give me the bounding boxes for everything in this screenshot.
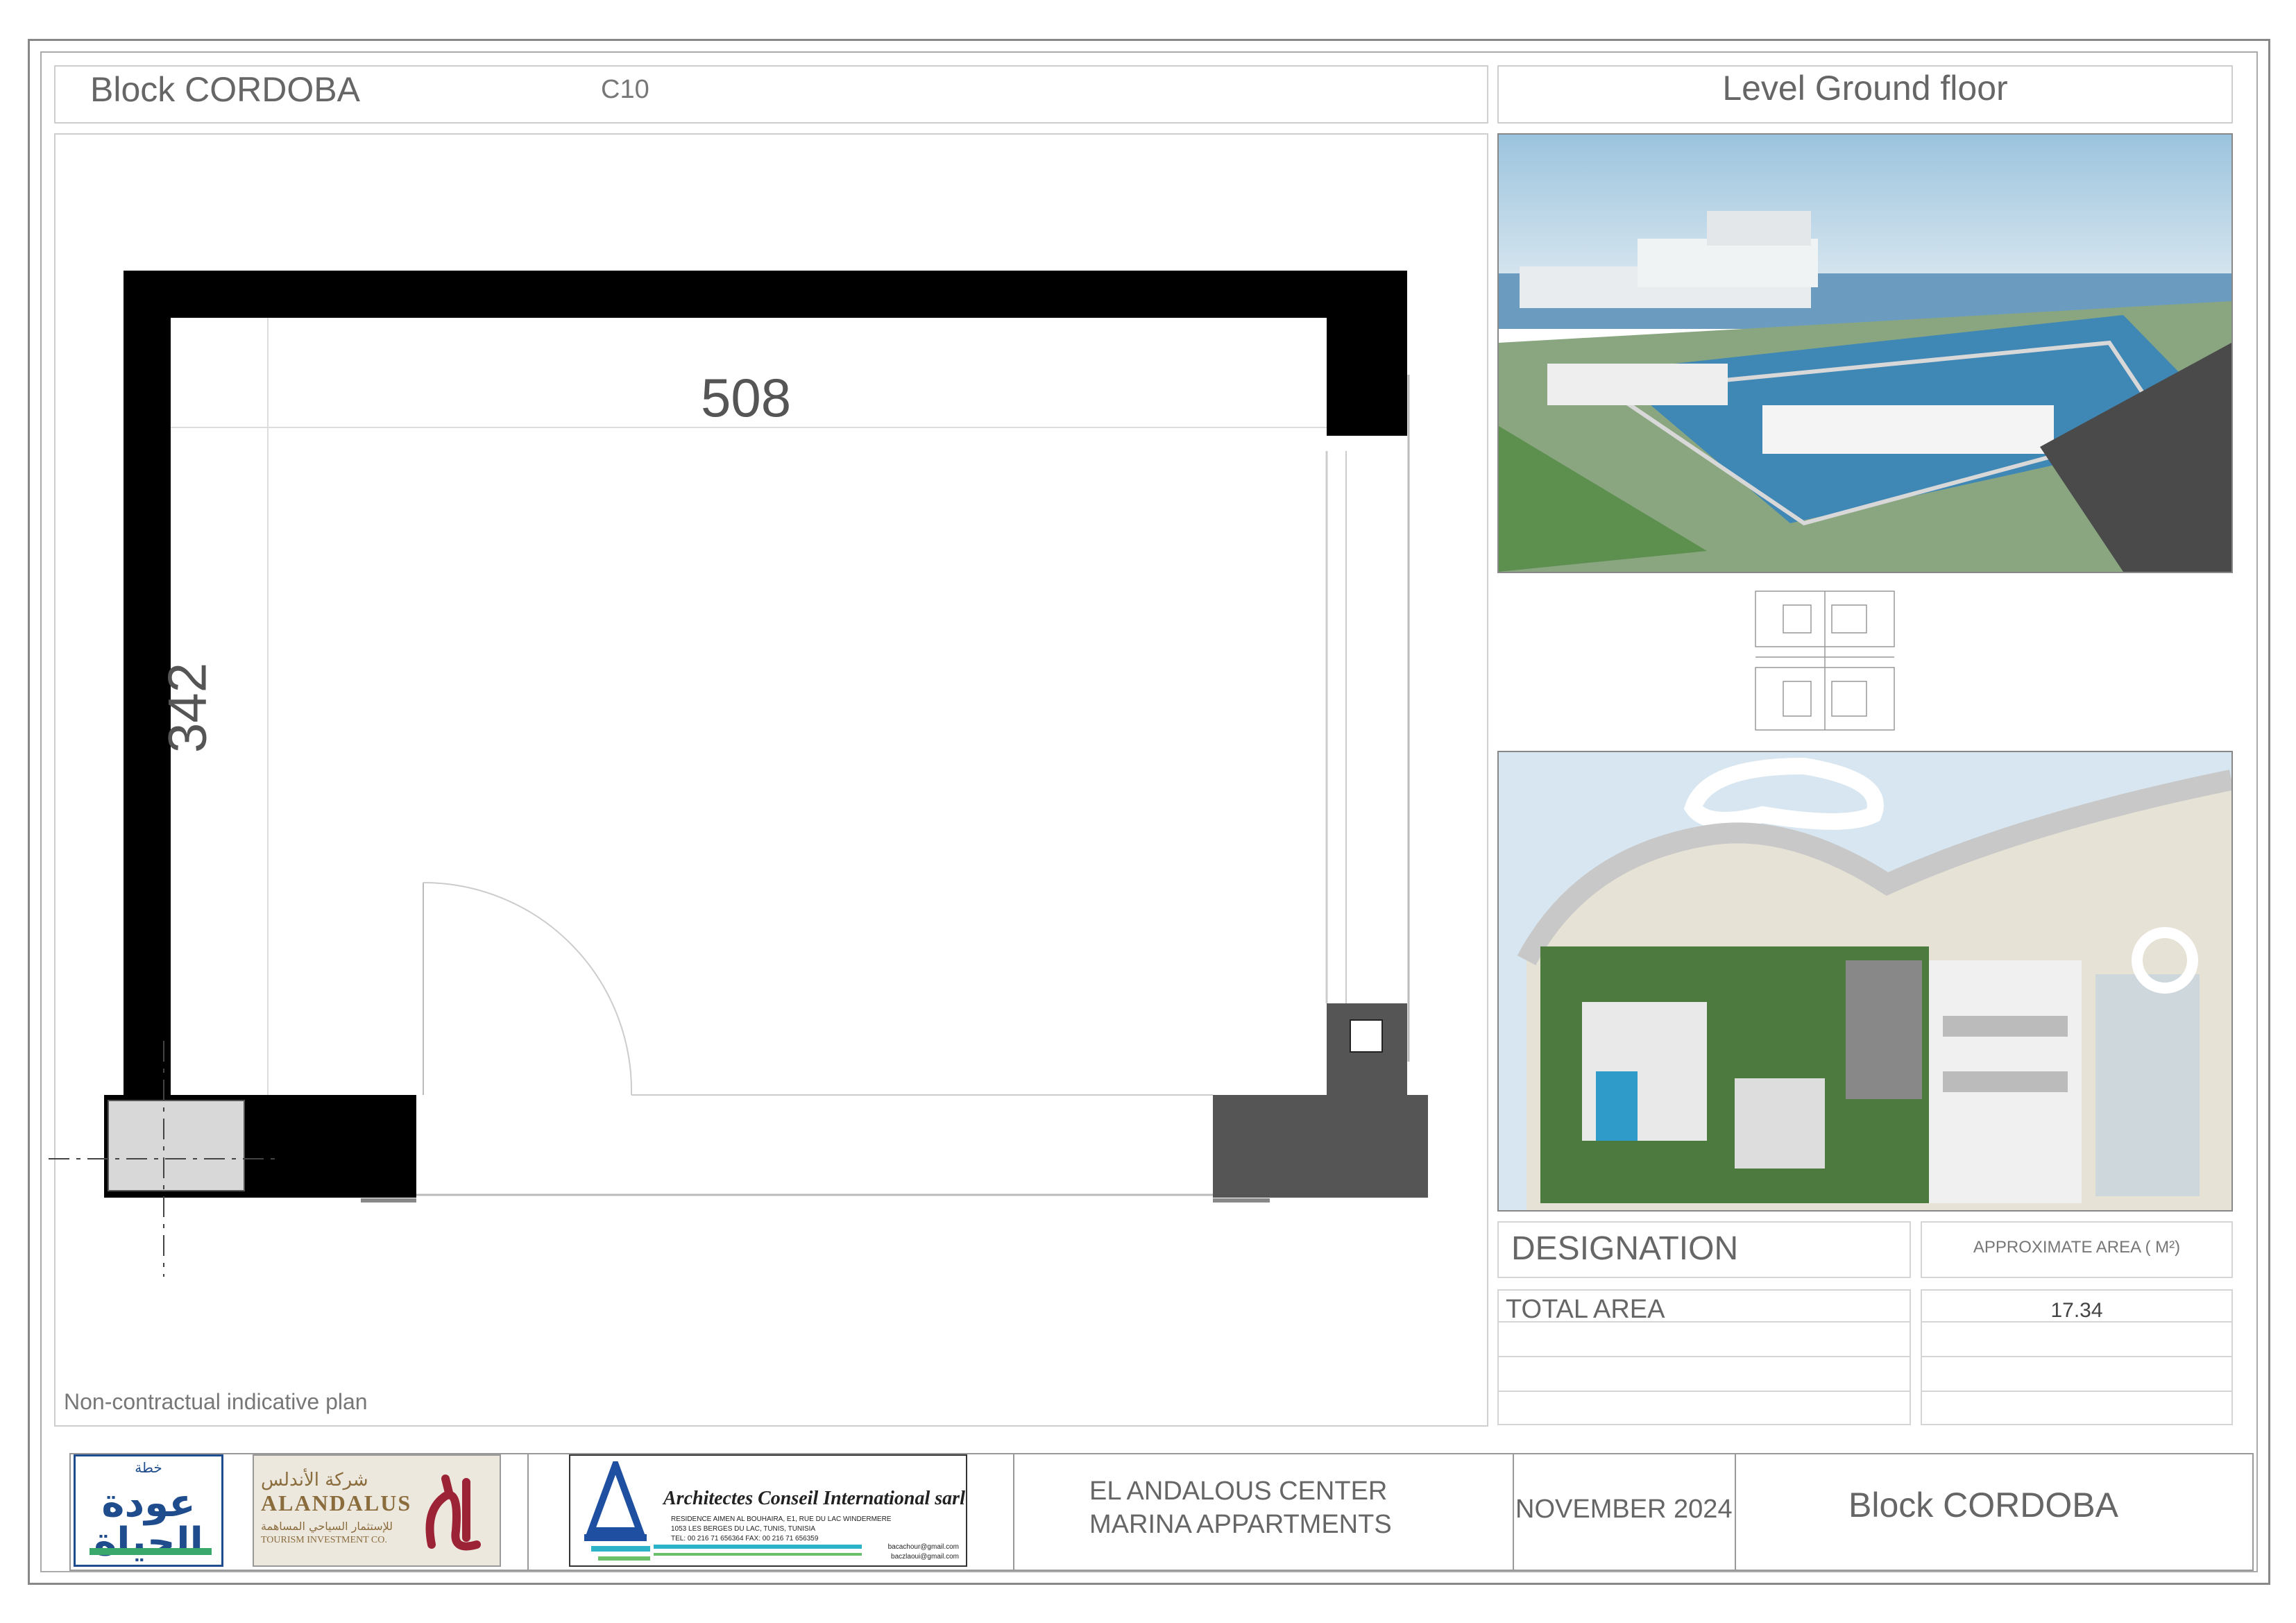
- top-wall: [124, 271, 1407, 318]
- aci-emblem-icon: [584, 1461, 650, 1561]
- width-dimension: 508: [701, 367, 792, 428]
- total-area-value: 17.34: [2050, 1299, 2103, 1322]
- calligraphy-mark-icon: [418, 1468, 487, 1557]
- site-plan-image: [1497, 751, 2234, 1212]
- column-void: [1350, 1019, 1383, 1053]
- awdat-alhayat-logo: خطة عودة الحياة: [74, 1454, 223, 1567]
- area-header: APPROXIMATE AREA ( M²): [1973, 1238, 2181, 1257]
- total-area-label: TOTAL AREA: [1506, 1295, 1665, 1324]
- aci-architects-logo: Architectes Conseil International sarl R…: [569, 1454, 967, 1567]
- aerial-rendering-image: [1497, 133, 2233, 573]
- right-wall-upper: [1327, 271, 1407, 436]
- footer-block-name: Block CORDOBA: [1848, 1486, 2118, 1524]
- project-name: EL ANDALOUS CENTER: [1089, 1477, 1388, 1506]
- project-subtitle: MARINA APPARTMENTS: [1089, 1510, 1392, 1539]
- key-plan-thumbnail: [1742, 584, 1908, 741]
- bottom-right-block: [1213, 1095, 1428, 1198]
- alandalus-logo: شركة الأندلس ALANDALUS للإستثمار السياحي…: [253, 1454, 501, 1567]
- height-dimension: 342: [156, 662, 218, 754]
- drawing-date: NOVEMBER 2024: [1515, 1495, 1733, 1524]
- designation-header: DESIGNATION: [1511, 1230, 1739, 1267]
- shaft-box: [108, 1100, 245, 1191]
- plan-disclaimer: Non-contractual indicative plan: [64, 1389, 368, 1414]
